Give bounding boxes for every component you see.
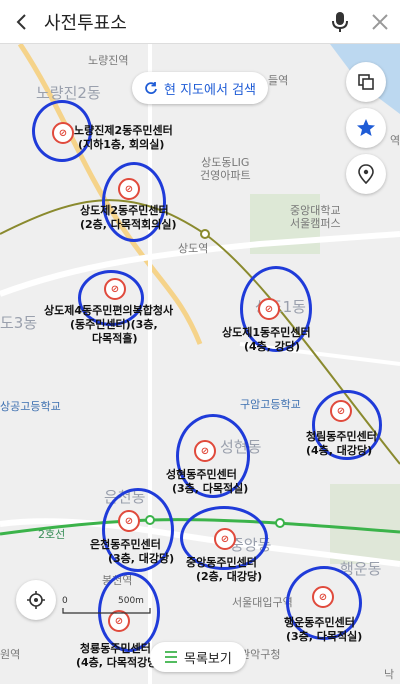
map-scale: 0 500m: [62, 596, 152, 614]
refresh-icon: [145, 82, 157, 94]
ballot-pin-icon: ⊘: [330, 400, 352, 422]
ballot-pin-icon: ⊘: [258, 298, 280, 320]
ballot-pin-icon: ⊘: [104, 278, 126, 300]
ballot-pin-icon: ⊘: [194, 440, 216, 462]
back-button[interactable]: [0, 0, 44, 44]
list-view-label: 목록보기: [184, 651, 232, 667]
close-icon: [372, 13, 388, 30]
noryangjin-station-label: 노량진역: [88, 54, 129, 67]
chungang-univ-label: 중앙대학교 서울캠퍼스: [290, 204, 341, 231]
station-name: 노량진제2동주민센터: [74, 124, 173, 137]
star-icon: [357, 119, 375, 136]
station-name: 상도제4동주민편의복합청사: [44, 304, 174, 317]
station-detail: (2층, 다목적회의실): [80, 218, 177, 231]
scale-bar: [62, 608, 151, 614]
deungyeok-label: 들역: [268, 74, 289, 87]
station-detail: (3층, 다목적실): [172, 482, 249, 495]
station-name: 청룡동주민센터: [80, 642, 151, 655]
station-name: 행운동주민센터: [284, 616, 355, 629]
search-bar: 사전투표소: [0, 0, 400, 44]
ballot-pin-icon: ⊘: [312, 586, 334, 608]
snu-station-label: 서울대입구역: [232, 596, 293, 609]
list-icon: [165, 651, 177, 663]
sangdo3-area-label: 도3동: [0, 314, 38, 332]
station-detail: (동주민센터)(3층,: [70, 318, 158, 331]
station-name: 청림동주민센터: [306, 430, 377, 443]
map-canvas[interactable]: 노량진역 노량진2동 들역 상도동LIG 건영아파트 중앙대학교 서울캠퍼스 상도역…: [0, 44, 400, 684]
station-detail: (4층, 대강당): [306, 444, 373, 457]
search-this-area-label: 현 지도에서 검색: [164, 82, 256, 98]
ballot-pin-icon: ⊘: [118, 510, 140, 532]
gueam-school-label: 구암고등학교: [240, 398, 301, 411]
station-detail: (3층, 다목적실): [286, 630, 363, 643]
location-pin-button[interactable]: [346, 154, 386, 194]
my-location-button[interactable]: [16, 580, 56, 620]
chevron-left-icon: [16, 13, 26, 30]
layers-button[interactable]: [346, 62, 386, 102]
microphone-icon: [332, 11, 348, 32]
station-name: 상도제1동주민센터: [222, 326, 311, 339]
station-detail: (3층, 대강당): [108, 552, 175, 565]
station-name: 성현동주민센터: [166, 468, 237, 481]
noryangjin2-area-label: 노량진2동: [36, 84, 101, 102]
nak-label: 낙: [384, 668, 395, 681]
left-station-label: 원역: [0, 648, 21, 661]
station-name: 중앙동주민센터: [186, 556, 257, 569]
crosshair-icon: [27, 591, 45, 609]
scale-distance: 500m: [118, 596, 144, 606]
location-pin-icon: [358, 164, 374, 184]
ballot-pin-icon: ⊘: [52, 122, 74, 144]
station-name: 상도제2동주민센터: [80, 204, 169, 217]
list-view-button[interactable]: 목록보기: [150, 642, 246, 672]
line2-label: 2호선: [38, 528, 66, 541]
station-name: 은천동주민센터: [90, 538, 161, 551]
station-detail: (4층, 강당): [244, 340, 301, 353]
layers-icon: [358, 74, 374, 90]
yeok-right-label: 역: [390, 134, 400, 147]
mic-button[interactable]: [320, 0, 360, 44]
sangdo-station-label: 상도역: [178, 242, 209, 255]
gwanak-office-label: 관악구청: [240, 648, 281, 661]
close-button[interactable]: [360, 0, 400, 44]
ballot-pin-icon: ⊘: [214, 528, 236, 550]
sangdo-lig-label: 상도동LIG 건영아파트: [200, 156, 251, 183]
ballot-pin-icon: ⊘: [118, 178, 140, 200]
high-school-label: 상공고등학교: [0, 400, 61, 413]
favorites-button[interactable]: [346, 108, 386, 148]
search-this-area-button[interactable]: 현 지도에서 검색: [132, 72, 268, 104]
search-input[interactable]: 사전투표소: [44, 9, 320, 35]
station-detail: (지하1층, 회의실): [78, 138, 165, 151]
station-detail-2: 다목적홀): [92, 332, 138, 345]
station-detail: (2층, 대강당): [196, 570, 263, 583]
scale-zero: 0: [62, 596, 68, 606]
